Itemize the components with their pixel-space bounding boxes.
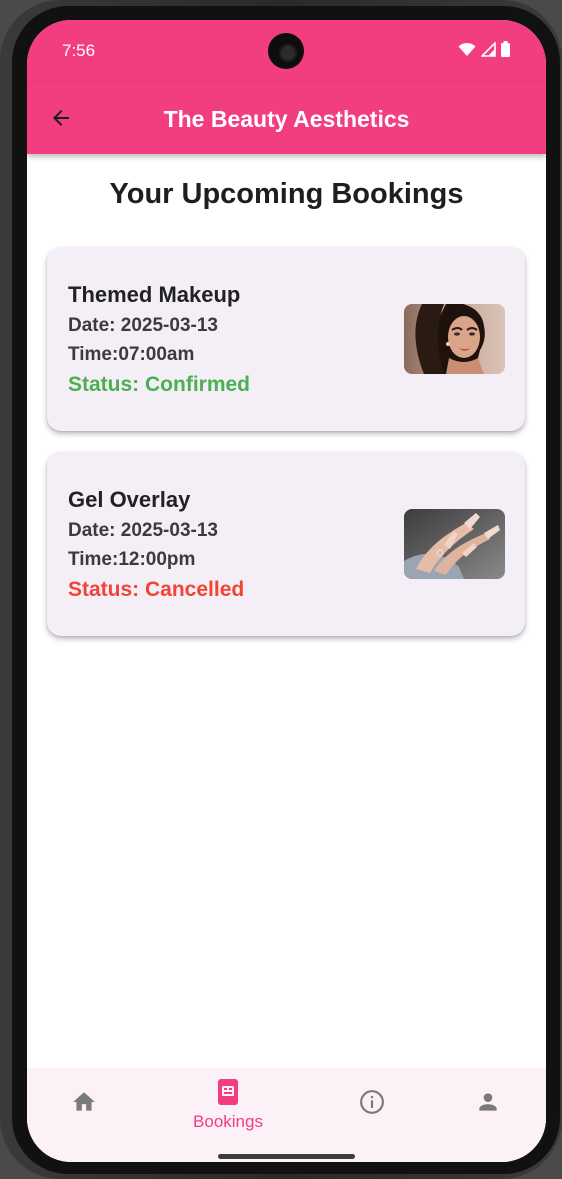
info-icon <box>360 1090 384 1114</box>
nav-item-profile[interactable] <box>438 1068 538 1148</box>
nav-item-info[interactable] <box>322 1068 422 1148</box>
booking-date: Date: 2025-03-13 <box>68 315 218 336</box>
booking-status: Status: Confirmed <box>68 373 251 396</box>
gel-nails-photo <box>404 509 505 579</box>
page-title: Your Upcoming Bookings <box>109 178 464 210</box>
battery-icon <box>501 41 510 57</box>
phone-screen: 7:56 The Beauty Aesthetics Your Upcoming… <box>27 20 546 1162</box>
booking-status: Status: Cancelled <box>68 578 245 601</box>
nav-item-home[interactable] <box>34 1068 134 1148</box>
wifi-icon <box>458 42 476 56</box>
booking-date: Date: 2025-03-13 <box>68 520 218 541</box>
home-indicator[interactable] <box>218 1154 355 1159</box>
app-bar: The Beauty Aesthetics <box>27 82 546 154</box>
nav-label-bookings: Bookings <box>193 1112 263 1131</box>
booking-card[interactable]: Themed Makeup Date: 2025-03-13 Time:07:0… <box>47 247 525 431</box>
front-camera <box>268 33 304 69</box>
booking-time: Time:07:00am <box>68 344 195 365</box>
makeup-model-photo <box>404 304 505 374</box>
nav-item-bookings[interactable]: Bookings <box>178 1068 278 1148</box>
status-time: 7:56 <box>62 41 96 60</box>
booking-time: Time:12:00pm <box>68 549 196 570</box>
home-icon <box>73 1092 95 1111</box>
status-bar: 7:56 <box>27 20 546 82</box>
signal-icon <box>481 41 496 57</box>
app-title: The Beauty Aesthetics <box>163 106 410 132</box>
person-icon <box>479 1093 497 1111</box>
bookings-icon <box>218 1079 238 1105</box>
bottom-navigation: Bookings <box>27 1068 546 1162</box>
booking-card[interactable]: Gel Overlay Date: 2025-03-13 Time:12:00p… <box>47 452 525 636</box>
service-name: Gel Overlay <box>68 487 191 512</box>
status-icons <box>458 41 510 57</box>
service-name: Themed Makeup <box>68 282 241 307</box>
